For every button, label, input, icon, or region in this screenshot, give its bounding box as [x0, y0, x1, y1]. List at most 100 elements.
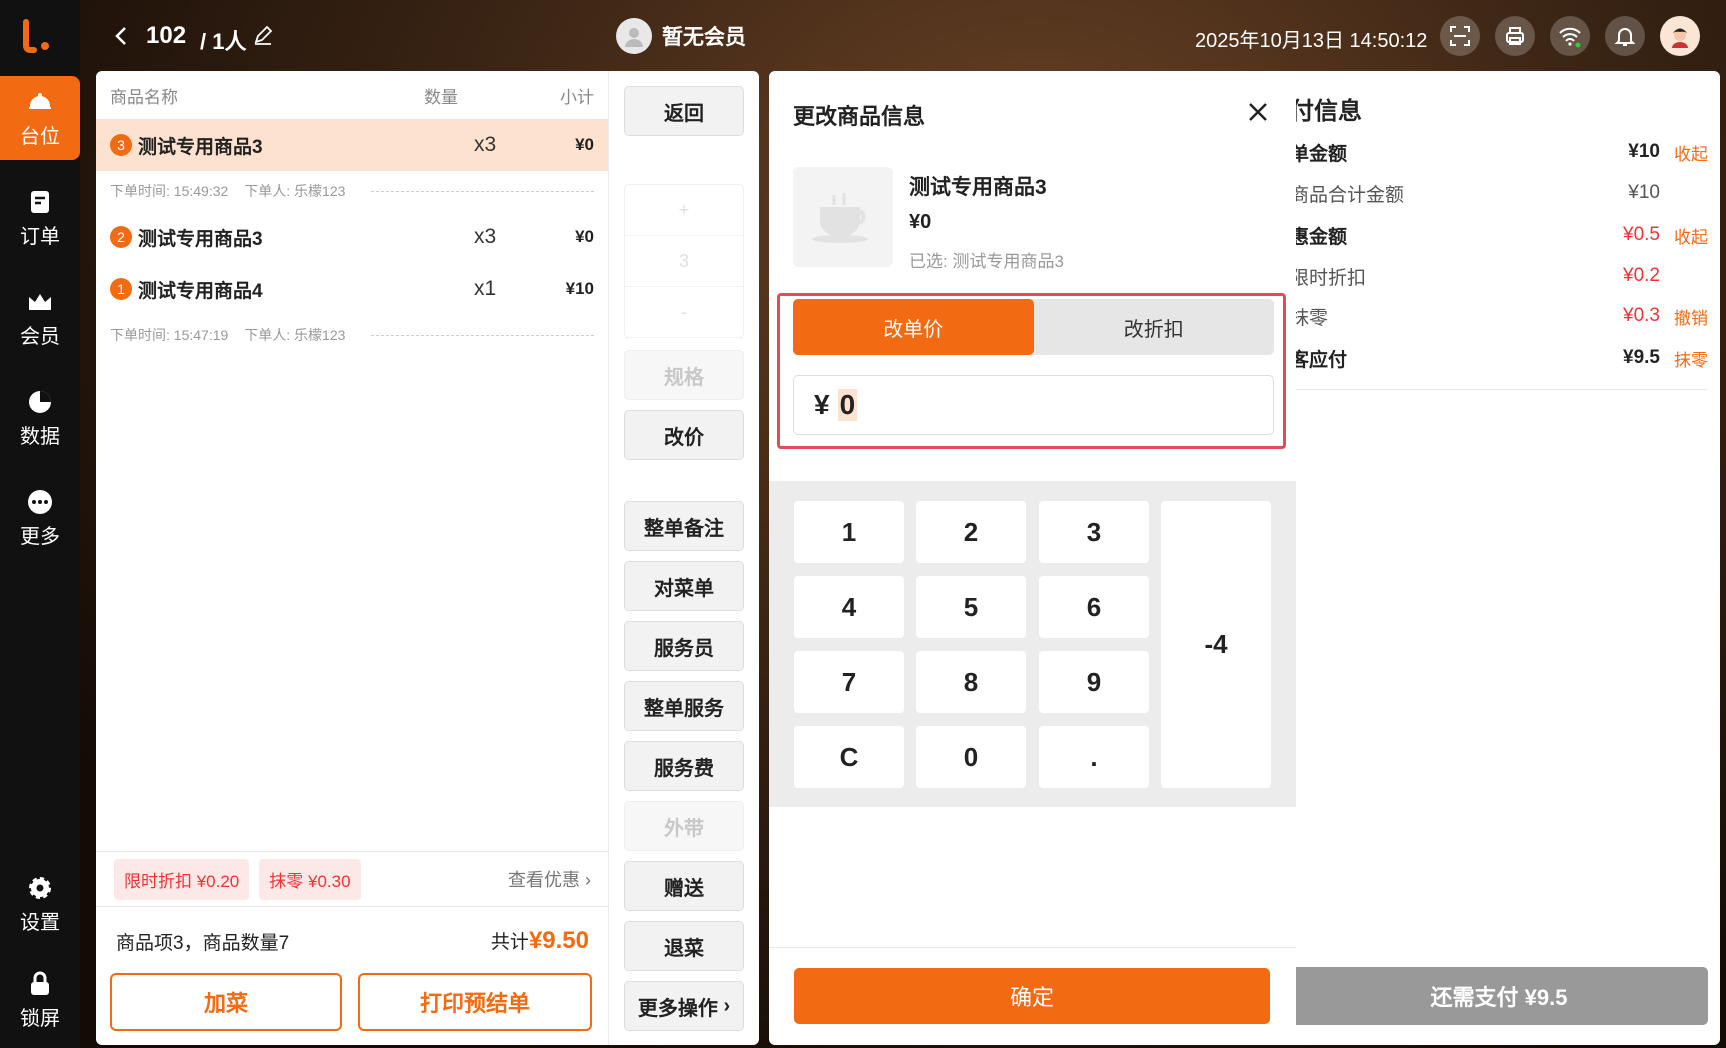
member-selector[interactable]: 暂无会员 — [616, 18, 746, 54]
key-minus-4[interactable]: -4 — [1161, 501, 1271, 788]
stepper-plus[interactable]: + — [625, 185, 743, 236]
key-clear[interactable]: C — [794, 726, 904, 788]
nav-item-settings[interactable]: 设置 — [0, 862, 80, 946]
top-bar: 102 / 1人 暂无会员 2025年10月13日 14:50:12 — [80, 0, 1726, 72]
key-4[interactable]: 4 — [794, 576, 904, 638]
undo-link[interactable]: 撤销 — [1660, 304, 1708, 329]
order-user: 下单人: 乐檬123 — [244, 183, 346, 199]
more-actions-button[interactable]: 更多操作 › — [624, 981, 744, 1031]
order-service-button[interactable]: 整单服务 — [624, 681, 744, 731]
key-8[interactable]: 8 — [916, 651, 1026, 713]
col-subtotal: 小计 — [560, 87, 594, 107]
nav-item-data[interactable]: 数据 — [0, 376, 80, 460]
divider — [371, 190, 594, 192]
nav-item-lock[interactable]: 锁屏 — [0, 958, 80, 1042]
tab-change-discount[interactable]: 改折扣 — [1034, 299, 1275, 355]
edit-icon[interactable] — [252, 24, 274, 46]
refund-button[interactable]: 退菜 — [624, 921, 744, 971]
item-qty: x3 — [474, 225, 497, 248]
pay-value: ¥10 — [1628, 182, 1660, 203]
key-3[interactable]: 3 — [1039, 501, 1149, 563]
item-index-badge: 1 — [110, 278, 132, 300]
key-1[interactable]: 1 — [794, 501, 904, 563]
pay-label: 单金额 — [1290, 143, 1348, 165]
collapse-link[interactable]: 收起 — [1660, 223, 1708, 248]
divider — [1290, 389, 1708, 390]
user-avatar[interactable] — [1660, 16, 1700, 56]
round-off-link[interactable]: 抹零 — [1660, 346, 1708, 371]
nav-item-orders[interactable]: 订单 — [0, 176, 80, 260]
key-dot[interactable]: . — [1039, 726, 1149, 788]
table-row[interactable]: 2 测试专用商品3 x3 ¥0 — [96, 211, 608, 263]
print-prebill-button[interactable]: 打印预结单 — [358, 973, 592, 1031]
service-fee-button[interactable]: 服务费 — [624, 741, 744, 791]
bell-icon[interactable] — [1605, 16, 1645, 56]
item-name: 测试专用商品3 — [138, 228, 263, 250]
pay-label: 商品合计金额 — [1290, 184, 1405, 206]
nav-item-more[interactable]: 更多 — [0, 476, 80, 560]
modal-title: 更改商品信息 — [793, 104, 926, 129]
nav-item-tables[interactable]: 台位 — [0, 76, 80, 160]
order-total: 共计¥9.50 — [491, 927, 589, 955]
item-qty: x3 — [474, 133, 497, 156]
more-dots-icon — [28, 489, 52, 514]
gift-button[interactable]: 赠送 — [624, 861, 744, 911]
wifi-icon[interactable] — [1550, 16, 1590, 56]
promo-bar: 限时折扣 ¥0.20 抹零 ¥0.30 查看优惠 › — [96, 851, 609, 907]
col-name: 商品名称 — [110, 87, 178, 107]
close-icon[interactable] — [1245, 99, 1271, 125]
pay-value: ¥9.5 — [1623, 347, 1660, 368]
printer-icon[interactable] — [1495, 16, 1535, 56]
item-subtotal: ¥10 — [565, 279, 594, 298]
collapse-link[interactable]: 收起 — [1660, 140, 1708, 165]
divider — [371, 334, 594, 336]
order-user: 下单人: 乐檬123 — [244, 327, 346, 343]
payment-panel: 付信息 单金额 ¥10 收起 商品合计金额 ¥10 惠金额 ¥0.5 收起 限时折扣 ¥0.… — [1290, 71, 1720, 1045]
tab-change-price[interactable]: 改单价 — [793, 299, 1034, 355]
pay-value: ¥0.3 — [1623, 305, 1660, 326]
key-5[interactable]: 5 — [916, 576, 1026, 638]
confirm-button[interactable]: 确定 — [794, 968, 1270, 1024]
add-dish-button[interactable]: 加菜 — [110, 973, 342, 1031]
rounding-tag: 抹零 ¥0.30 — [259, 858, 361, 900]
order-icon — [31, 190, 49, 213]
key-7[interactable]: 7 — [794, 651, 904, 713]
back-arrow-icon[interactable] — [108, 22, 136, 50]
order-list: 商品名称 数量 小计 3 测试专用商品3 x3 ¥0 下单时间: 15:49:3… — [96, 71, 609, 1045]
product-price: ¥0 — [909, 211, 932, 233]
item-index-badge: 2 — [110, 226, 132, 248]
discount-tag: 限时折扣 ¥0.20 — [114, 858, 250, 900]
back-button[interactable]: 返回 — [624, 86, 744, 136]
nav-label: 台位 — [20, 125, 60, 148]
member-label: 暂无会员 — [662, 26, 746, 49]
nav-label: 更多 — [20, 525, 60, 548]
nav-label: 数据 — [20, 425, 60, 448]
spec-button[interactable]: 规格 — [624, 350, 744, 400]
price-input[interactable]: ¥ 0 — [793, 375, 1274, 435]
nav-item-members[interactable]: 会员 — [0, 276, 80, 360]
quantity-stepper[interactable]: + 3 - — [624, 184, 744, 338]
pay-remaining-button[interactable]: 还需支付 ¥9.5 — [1290, 967, 1708, 1025]
datetime: 2025年10月13日 14:50:12 — [1195, 30, 1428, 52]
currency-symbol: ¥ — [814, 389, 830, 420]
key-0[interactable]: 0 — [916, 726, 1026, 788]
key-2[interactable]: 2 — [916, 501, 1026, 563]
divider — [769, 947, 1296, 948]
waiter-button[interactable]: 服务员 — [624, 621, 744, 671]
takeout-button[interactable]: 外带 — [624, 801, 744, 851]
table-number: 102 — [146, 22, 187, 49]
cup-image-icon — [812, 193, 868, 243]
key-9[interactable]: 9 — [1039, 651, 1149, 713]
reprice-button[interactable]: 改价 — [624, 410, 744, 460]
nav-label: 锁屏 — [20, 1007, 60, 1030]
scan-icon[interactable] — [1440, 16, 1480, 56]
order-note-button[interactable]: 整单备注 — [624, 501, 744, 551]
stepper-minus[interactable]: - — [625, 287, 743, 338]
table-row[interactable]: 3 测试专用商品3 x3 ¥0 — [96, 119, 608, 171]
check-menu-button[interactable]: 对菜单 — [624, 561, 744, 611]
view-offers-link[interactable]: 查看优惠 › — [508, 866, 591, 892]
edit-item-modal: 更改商品信息 测试专用商品3 ¥0 已选: 测试专用商品3 改单价 改折扣 ¥ … — [769, 71, 1296, 1045]
item-qty: x1 — [474, 277, 497, 300]
key-6[interactable]: 6 — [1039, 576, 1149, 638]
table-row[interactable]: 1 测试专用商品4 x1 ¥10 — [96, 263, 608, 315]
